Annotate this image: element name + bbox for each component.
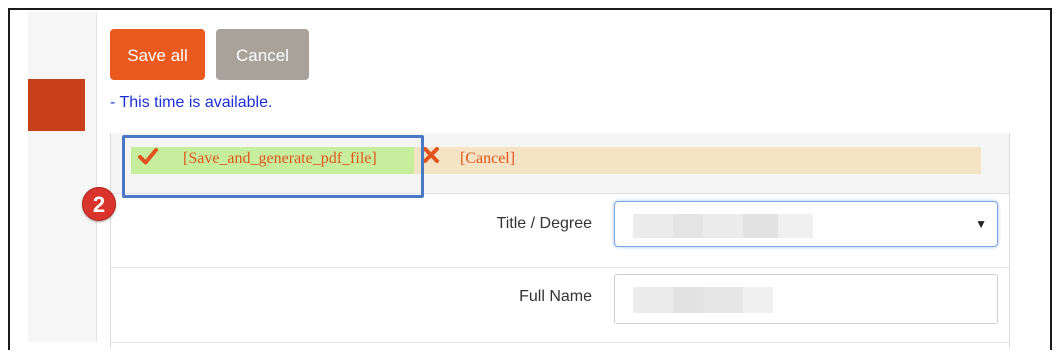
save-all-button[interactable]: Save all [110, 29, 205, 80]
blurred-value [743, 214, 778, 238]
blurred-value [778, 214, 813, 238]
chevron-down-icon: ▼ [975, 217, 987, 231]
blurred-value [703, 287, 743, 313]
blurred-value [673, 214, 703, 238]
full-name-input[interactable] [614, 274, 998, 324]
left-sidebar-strip [28, 12, 96, 342]
sidebar-active-indicator [28, 79, 85, 131]
title-degree-select[interactable]: ▼ [614, 201, 998, 247]
blurred-value [673, 287, 703, 313]
title-degree-label: Title / Degree [496, 215, 592, 232]
row-divider [110, 267, 1010, 268]
blurred-value [633, 214, 673, 238]
full-name-label: Full Name [519, 288, 592, 305]
sidebar-divider [96, 12, 97, 342]
annotation-highlight-box [122, 135, 424, 198]
step-marker: 2 [82, 187, 116, 221]
availability-message: - This time is available. [110, 94, 273, 111]
blurred-value [743, 287, 773, 313]
x-icon[interactable] [421, 145, 441, 165]
blurred-value [633, 287, 673, 313]
row-divider [110, 342, 1010, 343]
blurred-value [703, 214, 743, 238]
cancel-button[interactable]: Cancel [216, 29, 309, 80]
cancel-link[interactable]: [Cancel] [460, 150, 515, 168]
